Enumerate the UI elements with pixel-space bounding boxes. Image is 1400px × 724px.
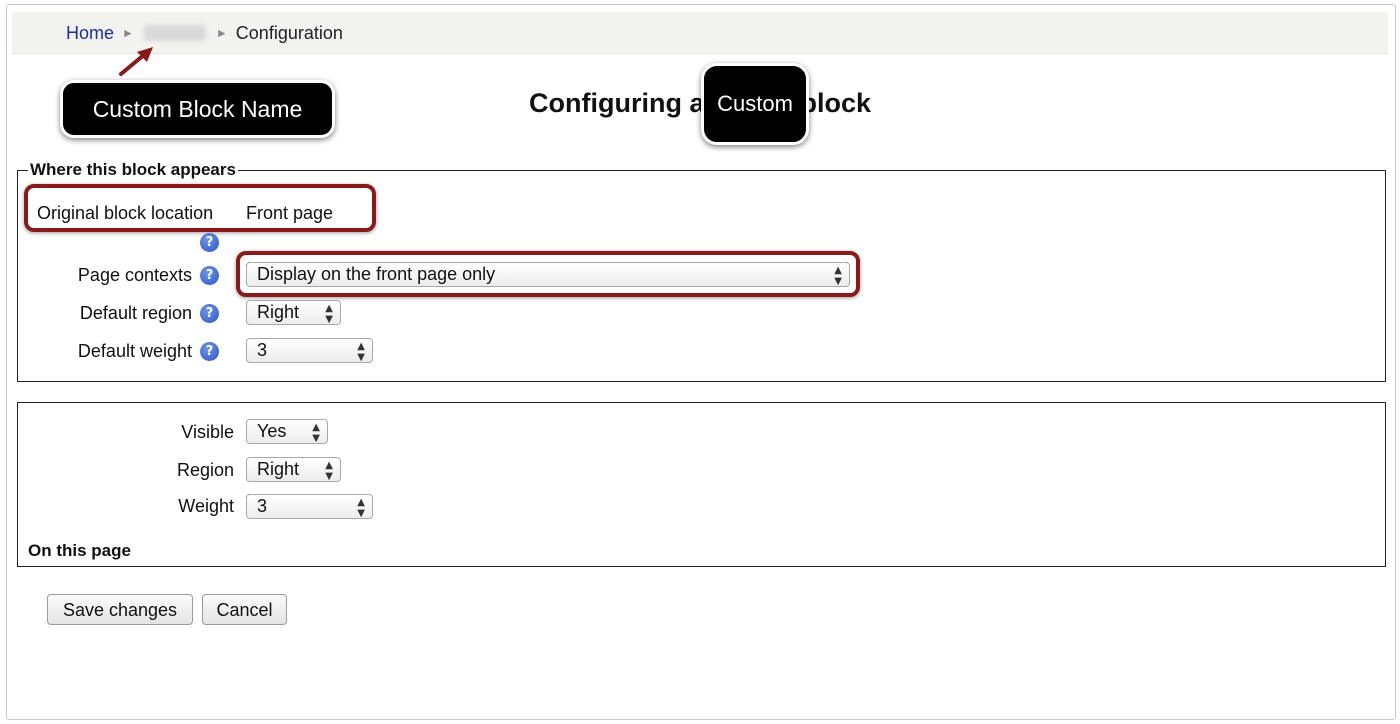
help-icon[interactable]: ? [200, 266, 219, 285]
region-select-value: Right [257, 459, 300, 479]
visible-select-value: Yes [257, 421, 287, 441]
where-block-appears-legend: Where this block appears [28, 160, 238, 180]
visible-select[interactable]: Yes ▲ ▼ [246, 419, 328, 444]
updown-caret-icon: ▲ ▼ [325, 303, 333, 325]
annotation-callout-block-name: Custom Block Name [60, 80, 335, 138]
default-region-select[interactable]: Right ▲ ▼ [246, 300, 341, 325]
help-icon[interactable]: ? [200, 233, 219, 252]
default-weight-label: Default weight [77, 341, 192, 361]
weight-select[interactable]: 3 ▲ ▼ [246, 494, 373, 519]
save-changes-button[interactable]: Save changes [47, 594, 193, 625]
region-select[interactable]: Right ▲ ▼ [246, 457, 341, 482]
breadcrumb-current: Configuration [235, 23, 343, 43]
updown-caret-icon: ▲ ▼ [325, 460, 333, 482]
annotation-callout-custom: Custom [701, 63, 809, 145]
breadcrumb-home-link[interactable]: Home [66, 22, 114, 44]
page-contexts-select-value: Display on the front page only [257, 264, 496, 284]
updown-caret-icon: ▲ ▼ [834, 265, 842, 287]
default-region-label: Default region [79, 303, 192, 323]
weight-select-value: 3 [257, 496, 268, 516]
on-this-page-heading: On this page [28, 541, 131, 560]
breadcrumb-separator-icon: ► [215, 26, 228, 40]
help-icon[interactable]: ? [200, 304, 219, 323]
visible-label: Visible [181, 422, 234, 442]
navigation-bar: Home ► ► Configuration [12, 12, 1388, 54]
help-icon[interactable]: ? [200, 342, 219, 361]
page-contexts-select[interactable]: Display on the front page only ▲ ▼ [246, 262, 850, 287]
weight-label: Weight [178, 496, 234, 516]
default-weight-select[interactable]: 3 ▲ ▼ [246, 338, 373, 363]
breadcrumb: Home ► ► Configuration [66, 22, 343, 44]
updown-caret-icon: ▲ ▼ [357, 341, 365, 363]
breadcrumb-separator-icon: ► [122, 26, 134, 40]
region-label: Region [176, 460, 234, 480]
updown-caret-icon: ▲ ▼ [312, 422, 320, 444]
original-location-value: Front page [246, 203, 334, 223]
cancel-button[interactable]: Cancel [202, 594, 287, 625]
annotation-arrow-icon [119, 47, 153, 76]
original-location-label: Original block location [37, 203, 214, 223]
default-weight-select-value: 3 [257, 340, 268, 360]
page-contexts-label: Page contexts [77, 265, 192, 285]
default-region-select-value: Right [257, 302, 300, 322]
breadcrumb-blurred-course-link[interactable] [143, 25, 206, 41]
updown-caret-icon: ▲ ▼ [357, 497, 365, 519]
